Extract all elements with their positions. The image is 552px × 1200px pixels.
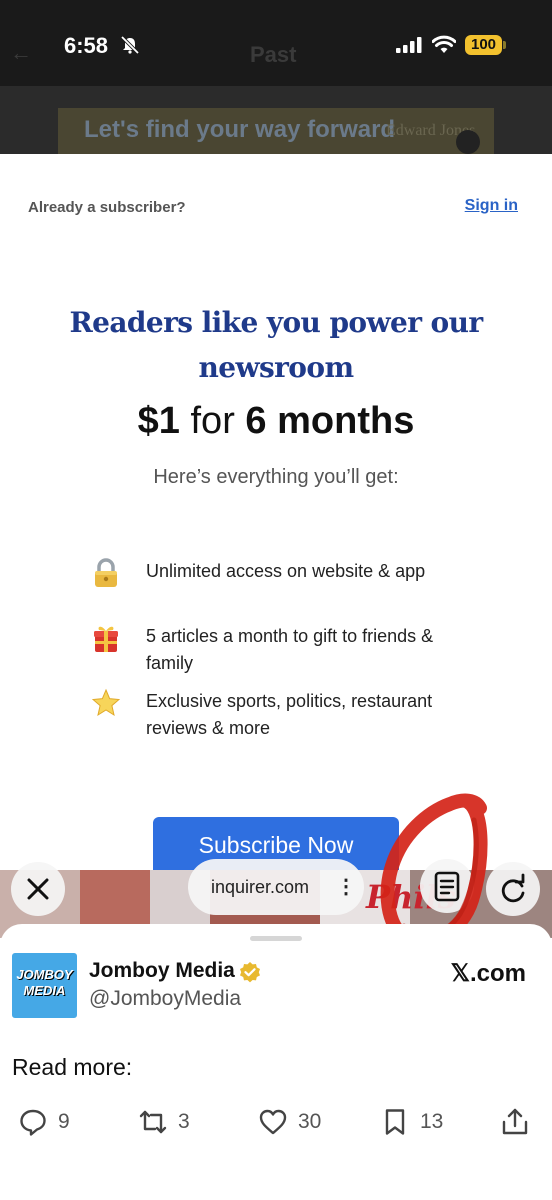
star-icon [92,688,120,717]
wifi-icon [432,35,456,53]
bookmark-count: 13 [420,1110,444,1133]
heart-icon [259,1109,287,1135]
paywall-headline: Readers like you power our newsroom [69,306,483,384]
already-subscriber-text: Already a subscriber? [28,199,186,216]
url-text: inquirer.com [211,877,310,897]
more-options-icon[interactable]: ⋮ [336,859,356,915]
repost-count: 3 [178,1110,190,1133]
price-for: for [190,400,235,442]
url-bar[interactable]: inquirer.com ⋮ [188,859,364,915]
ad-arrow-icon [456,130,480,154]
avatar-logo-text: JOMBOY MEDIA [16,967,73,998]
avatar[interactable]: JOMBOY MEDIA [12,953,77,1018]
reply-icon [20,1109,46,1136]
account-name[interactable]: Jomboy Media [89,959,235,983]
close-browser-button[interactable] [11,862,65,916]
price-amount: $1 [137,400,180,442]
x-com-source[interactable]: 𝕏.com [451,959,526,988]
back-arrow-icon: ← [10,40,32,65]
price-offer: $1 for 6 months [0,400,552,443]
reload-icon [501,873,525,903]
bell-muted-icon [120,36,140,54]
benefit-text: Unlimited access on website & app [146,561,426,581]
gift-icon [94,626,118,652]
benefit-text: Exclusive sports, politics, restaurant r… [146,691,433,738]
benefits-intro: Here’s everything you’ll get: [153,466,399,488]
like-count: 30 [298,1110,322,1133]
background-ad-text: Let's find your way forward [84,116,396,143]
cellular-signal-icon [396,37,422,53]
sheet-grabber[interactable] [250,936,302,941]
bookmark-icon [385,1109,405,1135]
close-icon [27,878,49,900]
background-ad-banner: Let's find your way forward Edward Jones [58,108,494,154]
tweet-body: Read more: [12,1054,133,1080]
verified-badge-icon [240,962,260,983]
price-term: 6 months [245,400,415,442]
status-bar: ← Past 6:58 100 [0,0,552,86]
sign-in-link[interactable]: Sign in [465,197,518,215]
battery-cap [503,41,506,49]
battery-indicator: 100 [465,35,502,55]
repost-icon [139,1110,167,1134]
account-handle[interactable]: @JomboyMedia [89,987,241,1011]
reply-count: 9 [58,1110,70,1133]
benefit-text: 5 articles a month to gift to friends & … [146,626,434,673]
background-page-title: Past [250,42,297,67]
share-icon [502,1108,528,1135]
tweet-preview-sheet: JOMBOY MEDIA Jomboy Media @JomboyMedia 𝕏… [0,924,552,1200]
paywall-modal: Already a subscriber? Sign in Readers li… [0,154,552,874]
reload-button[interactable] [486,862,540,916]
status-time: 6:58 [64,33,109,58]
lock-icon [95,558,117,587]
